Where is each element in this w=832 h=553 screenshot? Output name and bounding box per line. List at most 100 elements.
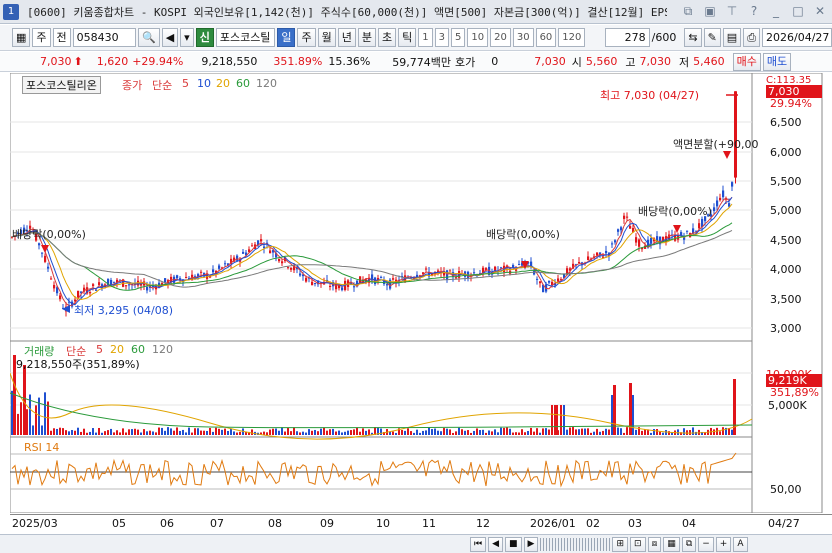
search-icon[interactable]: 🔍 (138, 28, 160, 47)
chart-area[interactable]: 포스코스틸리온 종가 단순 5 10 20 60 120 최고 7,030 (0… (9, 72, 832, 533)
volume-bar (599, 431, 601, 435)
grid-icon[interactable]: ▦ (12, 28, 31, 47)
volume-bar (233, 431, 235, 435)
candle-body (281, 261, 284, 264)
date-input[interactable]: 2026/04/27 (762, 28, 832, 47)
candle-body (620, 227, 623, 231)
data-count-input[interactable]: 278 (605, 28, 650, 47)
period-month[interactable]: 월 (317, 28, 336, 47)
candle-body (164, 278, 167, 283)
maximize-icon[interactable]: □ (790, 3, 806, 19)
zoom-region-icon[interactable]: ⊡ (630, 537, 646, 552)
interval-5[interactable]: 5 (450, 28, 466, 47)
scale-icon[interactable]: A (733, 537, 748, 552)
market-select[interactable]: 주 (32, 28, 51, 47)
volume-bar (92, 428, 94, 435)
period-minute[interactable]: 분 (357, 28, 376, 47)
scroll-prev-icon[interactable]: ◀ (488, 537, 504, 552)
candle-body (605, 250, 608, 254)
date-label-6: 09 (320, 517, 334, 530)
period-tick[interactable]: 틱 (398, 28, 417, 47)
interval-1[interactable]: 1 (418, 28, 433, 47)
volume-bar (590, 432, 592, 435)
interval-3[interactable]: 3 (434, 28, 449, 47)
volume-bar (149, 430, 151, 435)
volume-bar (224, 428, 226, 435)
volume-bar (227, 430, 229, 435)
candle-body (38, 243, 41, 246)
volume-bar (323, 427, 325, 435)
volume-bar (656, 429, 658, 435)
buy-button[interactable]: 매수 (732, 52, 761, 71)
volume-bar (74, 430, 76, 435)
legend-simple: 단순 (152, 79, 173, 92)
candle-body (719, 197, 722, 201)
pin-icon[interactable]: ⊤ (724, 3, 740, 19)
dropdown-arrow-icon[interactable]: ▾ (180, 28, 194, 47)
volume-bar (455, 431, 457, 435)
close-icon[interactable]: ✕ (812, 3, 828, 19)
sell-button[interactable]: 매도 (762, 52, 792, 71)
volume-bar (416, 429, 418, 435)
volume-bar (440, 431, 442, 435)
volume-bar (578, 429, 580, 435)
save-icon[interactable]: ▤ (722, 28, 742, 47)
copy-icon[interactable]: ▣ (702, 3, 718, 19)
volume-bar (431, 429, 433, 435)
period-day[interactable]: 일 (277, 28, 296, 47)
candle-body (386, 284, 389, 286)
candle-body (587, 256, 590, 261)
y-tick-6000: 6,000 (770, 146, 802, 159)
split-icon[interactable]: ⧈ (647, 537, 662, 552)
candle-body (614, 240, 617, 243)
zoom-out-icon[interactable]: − (698, 537, 714, 552)
period-year[interactable]: 년 (337, 28, 356, 47)
interval-120[interactable]: 120 (558, 28, 586, 47)
volume-bar (425, 430, 427, 435)
volume-bar (167, 427, 169, 435)
interval-60[interactable]: 60 (535, 28, 557, 47)
zoom-fit-icon[interactable]: ⊞ (612, 537, 629, 552)
interval-30[interactable]: 30 (512, 28, 534, 47)
scroll-first-icon[interactable]: ⏮ (470, 537, 487, 552)
scroll-slider[interactable] (540, 538, 611, 551)
volume-bar (146, 431, 148, 435)
grid-toggle-icon[interactable]: ▦ (663, 537, 680, 552)
sound-icon[interactable]: ◀ (161, 28, 179, 47)
volume-bar (296, 431, 298, 435)
print-icon[interactable]: ⎙ (743, 28, 761, 47)
stock-code-input[interactable]: 058430 (72, 28, 136, 47)
minimize-icon[interactable]: _ (768, 3, 784, 19)
compare-icon[interactable]: ⧉ (681, 537, 697, 552)
interval-10[interactable]: 10 (467, 28, 489, 47)
candle-body (125, 285, 128, 287)
volume-bar (539, 432, 541, 435)
zoom-in-icon[interactable]: + (715, 537, 732, 552)
volume-bar (32, 425, 34, 435)
scroll-next-icon[interactable]: ▶ (523, 537, 539, 552)
y-tick-3000: 3,000 (770, 322, 802, 335)
volume-bar (77, 427, 79, 435)
annotation-split: 액면분할(+90,00 (673, 138, 759, 151)
tool-icon[interactable]: ✎ (703, 28, 721, 47)
period-second[interactable]: 초 (377, 28, 397, 47)
stop-icon[interactable]: ■ (505, 537, 522, 552)
interval-20[interactable]: 20 (490, 28, 511, 47)
volume-bar (182, 429, 184, 435)
volume-bar (284, 431, 286, 435)
volume-bar (53, 428, 55, 435)
link-chart-icon[interactable]: ⇆ (684, 28, 702, 47)
link-icon[interactable]: ⧉ (680, 3, 696, 19)
period-week[interactable]: 주 (297, 28, 316, 47)
volume-bar (170, 428, 172, 435)
volume-bar (569, 427, 571, 435)
volume-bar (524, 432, 526, 435)
volume-bar (611, 395, 613, 435)
market2-select[interactable]: 전 (52, 28, 71, 47)
y-tick-4000: 4,000 (770, 263, 802, 276)
current-price: 7,030 (40, 55, 72, 68)
volume-bar (581, 428, 583, 435)
help-icon[interactable]: ? (746, 3, 762, 19)
volume-bar (143, 429, 145, 435)
volume-bar (95, 432, 97, 435)
